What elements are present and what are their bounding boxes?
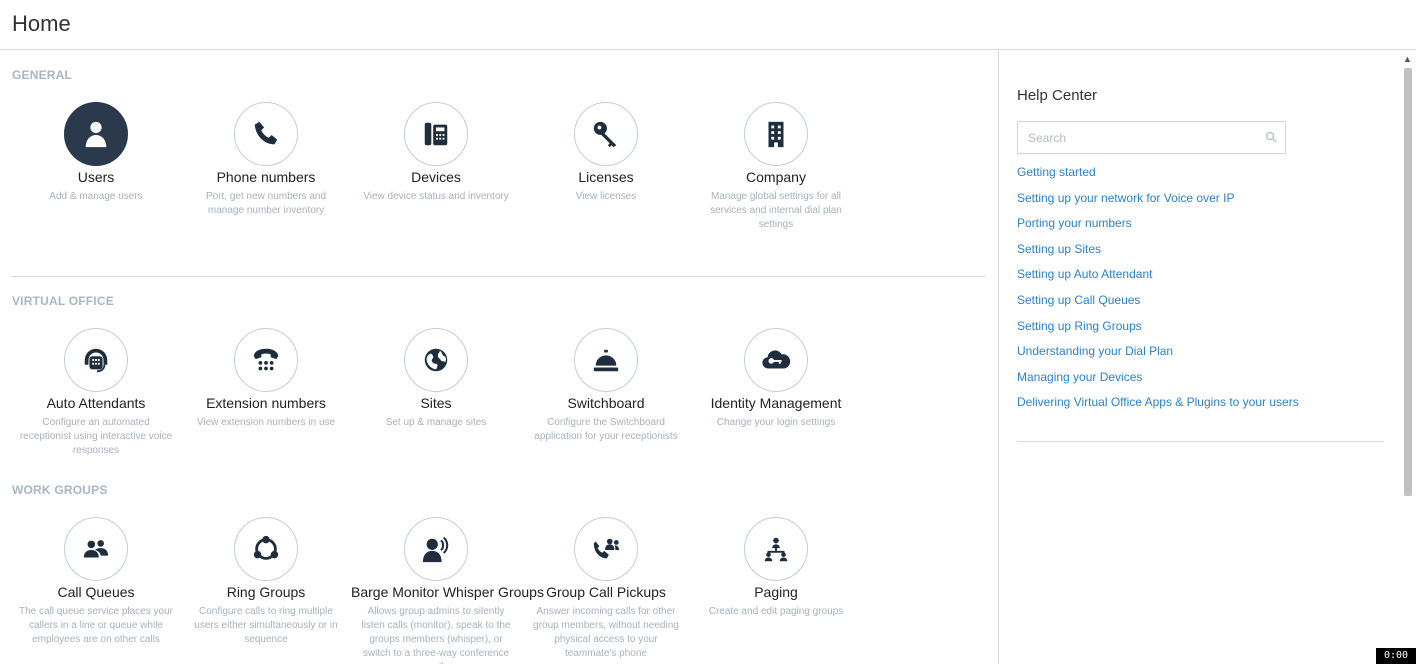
tile-title: Phone numbers <box>216 169 316 185</box>
phone-icon <box>234 102 298 166</box>
user-icon <box>64 102 128 166</box>
tile-title: Call Queues <box>57 584 135 600</box>
tile-desc: Manage global settings for all services … <box>710 191 842 230</box>
tile-title: Devices <box>411 169 461 185</box>
tile-desc: Port, get new numbers and manage number … <box>205 191 327 216</box>
tile-title: Users <box>77 169 115 185</box>
top-bar: Home <box>0 0 1416 50</box>
tile-desc: View device status and inventory <box>363 191 509 202</box>
help-link-ring-groups[interactable]: Setting up Ring Groups <box>1017 318 1299 344</box>
tile-title: Paging <box>754 584 798 600</box>
cloud-key-icon <box>744 328 808 392</box>
tile-licenses[interactable]: Licenses View licenses <box>521 102 691 204</box>
tile-title: Group Call Pickups <box>546 584 666 600</box>
help-link-sites[interactable]: Setting up Sites <box>1017 241 1299 267</box>
help-search-box[interactable] <box>1017 121 1286 154</box>
service-bell-icon <box>574 328 638 392</box>
tile-desc: Configure the Switchboard application fo… <box>534 417 678 442</box>
building-icon <box>744 102 808 166</box>
tile-auto-attendants[interactable]: Auto Attendants Configure an automated r… <box>11 328 181 458</box>
tile-extension-numbers[interactable]: Extension numbers View extension numbers… <box>181 328 351 430</box>
headset-phone-icon <box>64 328 128 392</box>
tile-desc: Set up & manage sites <box>385 417 487 428</box>
tile-title: Extension numbers <box>206 395 326 411</box>
tile-desc: Configure calls to ring multiple users e… <box>194 606 338 645</box>
section-label-virtual-office: VIRTUAL OFFICE <box>12 294 114 308</box>
tile-desc: View licenses <box>575 191 637 202</box>
tile-desc: Create and edit paging groups <box>708 606 844 617</box>
tile-desc: The call queue service places your calle… <box>19 606 173 645</box>
help-link-devices[interactable]: Managing your Devices <box>1017 369 1299 395</box>
tile-phone-numbers[interactable]: Phone numbers Port, get new numbers and … <box>181 102 351 218</box>
tile-title: Barge Monitor Whisper Groups <box>351 584 544 600</box>
tile-title: Company <box>746 169 806 185</box>
scroll-up-arrow-icon[interactable]: ▲ <box>1403 54 1412 64</box>
help-search-input[interactable] <box>1018 122 1248 153</box>
telephone-keypad-icon <box>234 328 298 392</box>
tile-title: Sites <box>420 395 452 411</box>
phone-users-icon <box>574 517 638 581</box>
users-group-icon <box>64 517 128 581</box>
search-icon[interactable] <box>1265 131 1277 143</box>
speaking-person-icon <box>404 517 468 581</box>
page-title: Home <box>12 11 71 36</box>
tile-title: Licenses <box>578 169 634 185</box>
tile-desc: Allows group admins to silently listen c… <box>361 606 511 664</box>
tile-devices[interactable]: Devices View device status and inventory <box>351 102 521 204</box>
section-label-work-groups: WORK GROUPS <box>12 483 108 497</box>
tile-call-queues[interactable]: Call Queues The call queue service place… <box>11 517 181 647</box>
help-links-list: Getting started Setting up your network … <box>1017 164 1299 420</box>
tile-desc: View extension numbers in use <box>196 417 336 428</box>
help-center-panel: Help Center Getting started Setting up y… <box>998 50 1416 664</box>
help-center-title: Help Center <box>1017 87 1098 104</box>
scrollbar[interactable]: ▲ <box>1400 50 1416 664</box>
tile-barge-monitor-whisper-groups[interactable]: Barge Monitor Whisper Groups Allows grou… <box>351 517 544 664</box>
tile-desc: Configure an automated receptionist usin… <box>19 417 173 456</box>
tile-title: Ring Groups <box>226 584 306 600</box>
section-divider <box>11 276 985 277</box>
tile-company[interactable]: Company Manage global settings for all s… <box>691 102 861 232</box>
help-divider <box>1017 441 1384 442</box>
tile-identity-management[interactable]: Identity Management Change your login se… <box>691 328 861 430</box>
help-link-call-queues[interactable]: Setting up Call Queues <box>1017 292 1299 318</box>
tile-users[interactable]: Users Add & manage users <box>11 102 181 204</box>
tile-desc: Add & manage users <box>49 191 143 202</box>
timer-badge: 0:00 <box>1376 648 1416 664</box>
main-content: GENERAL Users Add & manage users Phone n… <box>0 50 998 664</box>
help-link-network-voip[interactable]: Setting up your network for Voice over I… <box>1017 190 1299 216</box>
help-link-auto-attendant[interactable]: Setting up Auto Attendant <box>1017 266 1299 292</box>
help-link-apps-plugins[interactable]: Delivering Virtual Office Apps & Plugins… <box>1017 394 1299 420</box>
help-link-porting[interactable]: Porting your numbers <box>1017 215 1299 241</box>
help-link-getting-started[interactable]: Getting started <box>1017 164 1299 190</box>
tile-ring-groups[interactable]: Ring Groups Configure calls to ring mult… <box>181 517 351 647</box>
desk-phone-icon <box>404 102 468 166</box>
tile-desc: Change your login settings <box>716 417 836 428</box>
globe-icon <box>404 328 468 392</box>
paging-tree-icon <box>744 517 808 581</box>
ring-group-icon <box>234 517 298 581</box>
tile-desc: Answer incoming calls for other group me… <box>533 606 679 659</box>
tile-group-call-pickups[interactable]: Group Call Pickups Answer incoming calls… <box>521 517 691 661</box>
key-icon <box>574 102 638 166</box>
scrollbar-thumb[interactable] <box>1404 68 1412 496</box>
tile-switchboard[interactable]: Switchboard Configure the Switchboard ap… <box>521 328 691 444</box>
tile-sites[interactable]: Sites Set up & manage sites <box>351 328 521 430</box>
tile-title: Identity Management <box>710 395 842 411</box>
tile-paging[interactable]: Paging Create and edit paging groups <box>691 517 861 619</box>
tile-title: Switchboard <box>567 395 645 411</box>
section-label-general: GENERAL <box>12 68 73 82</box>
tile-title: Auto Attendants <box>46 395 146 411</box>
help-link-dial-plan[interactable]: Understanding your Dial Plan <box>1017 343 1299 369</box>
